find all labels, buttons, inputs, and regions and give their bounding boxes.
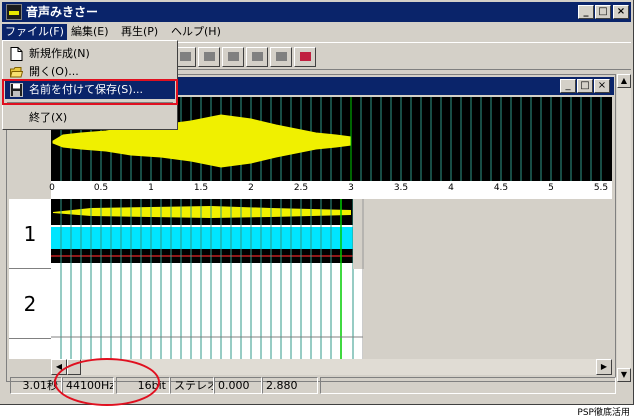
track-1-svg [51, 199, 612, 269]
menu-item-exit-label: 終了(X) [29, 111, 68, 124]
mix-icon [300, 52, 311, 61]
stop-button[interactable] [198, 47, 220, 67]
mute-button[interactable] [270, 47, 292, 67]
status-duration: 3.01秒 [10, 377, 62, 394]
ruler-tick: 3 [348, 183, 354, 193]
open-folder-icon [10, 67, 23, 78]
menu-item-open[interactable]: 開く(O)... [5, 63, 175, 81]
menu-item-open-label: 開く(O)... [29, 65, 79, 78]
track-2-svg [51, 269, 612, 359]
menu-file[interactable]: ファイル(F) [2, 24, 67, 40]
menu-separator [7, 102, 173, 104]
track-2-lane[interactable] [51, 269, 612, 359]
floppy-disk-icon [10, 83, 23, 97]
menu-item-save-as-label: 名前を付けて保存(S)... [29, 83, 144, 96]
menu-bar: ファイル(F) 編集(E) 再生(P) ヘルプ(H) [2, 22, 631, 41]
play-icon [228, 52, 239, 61]
vertical-scrollbar[interactable]: ▲ ▼ [617, 74, 631, 382]
menu-item-new-label: 新規作成(N) [29, 47, 90, 60]
new-file-icon [10, 47, 23, 61]
ruler-tick: 1.5 [193, 183, 209, 193]
maximize-button[interactable]: □ [595, 5, 611, 19]
mute-icon [276, 52, 287, 61]
ruler-tick: 5 [548, 183, 554, 193]
scroll-left-icon[interactable]: ◀ [51, 359, 67, 375]
menu-item-new[interactable]: 新規作成(N) [5, 45, 175, 63]
scroll-thumb[interactable] [67, 359, 81, 375]
ruler-tick: 2 [248, 183, 254, 193]
close-button[interactable]: × [613, 5, 629, 19]
ruler-tick: 3.5 [393, 183, 409, 193]
window-title: 音声みきさー [26, 5, 99, 19]
horizontal-scrollbar[interactable]: ◀ ▶ [51, 359, 612, 375]
track-1-lane[interactable] [51, 199, 612, 269]
minimize-button[interactable]: _ [578, 5, 594, 19]
mix-button[interactable] [294, 47, 316, 67]
menu-play[interactable]: 再生(P) [118, 24, 161, 40]
doc-close-button[interactable]: × [594, 79, 610, 93]
status-bit-depth: 16bit [116, 377, 170, 394]
scroll-up-icon[interactable]: ▲ [617, 74, 631, 88]
status-start: 0.000 [214, 377, 262, 394]
record-icon [180, 52, 191, 61]
ruler-tick: 1 [148, 183, 154, 193]
doc-minimize-button[interactable]: _ [560, 79, 576, 93]
track-number-1[interactable]: 1 [9, 199, 51, 269]
app-icon[interactable] [6, 4, 22, 20]
status-end: 2.880 [262, 377, 318, 394]
loop-button[interactable] [246, 47, 268, 67]
ruler-tick: 2.5 [293, 183, 309, 193]
ruler-tick: 5.5 [593, 183, 609, 193]
menu-edit[interactable]: 編集(E) [68, 24, 112, 40]
status-bar: 3.01秒 44100Hz 16bit ステレオ 0.000 2.880 [2, 376, 631, 396]
ruler-tick: 4.5 [493, 183, 509, 193]
loop-icon [252, 52, 263, 61]
main-window: 音声みきさー _ □ × ファイル(F) 編集(E) 再生(P) ヘルプ(H) … [0, 0, 634, 406]
ruler-tick: 0 [49, 183, 55, 193]
status-channels: ステレオ [170, 377, 214, 394]
status-sample-rate: 44100Hz [62, 377, 114, 394]
status-empty [320, 377, 616, 394]
ruler-tick: 0.5 [93, 183, 109, 193]
menu-item-save-as[interactable]: 名前を付けて保存(S)... [5, 81, 175, 99]
doc-maximize-button[interactable]: □ [577, 79, 593, 93]
stop-icon [204, 52, 215, 61]
ruler-tick: 4 [448, 183, 454, 193]
title-bar[interactable]: 音声みきさー _ □ × [2, 2, 631, 22]
watermark: PSP徹底活用 [577, 408, 630, 418]
time-ruler[interactable]: 0 0.5 1 1.5 2 2.5 3 3.5 4 4.5 5 5.5 [49, 181, 612, 199]
menu-item-exit[interactable]: 終了(X) [5, 109, 175, 127]
track-number-2[interactable]: 2 [9, 269, 51, 339]
play-button[interactable] [222, 47, 244, 67]
file-menu-dropdown: 新規作成(N) 開く(O)... 名前を付けて保存(S)... 終了(X) [2, 40, 178, 130]
scroll-right-icon[interactable]: ▶ [596, 359, 612, 375]
track-area: 1 2 [9, 199, 612, 359]
menu-help[interactable]: ヘルプ(H) [168, 24, 224, 40]
